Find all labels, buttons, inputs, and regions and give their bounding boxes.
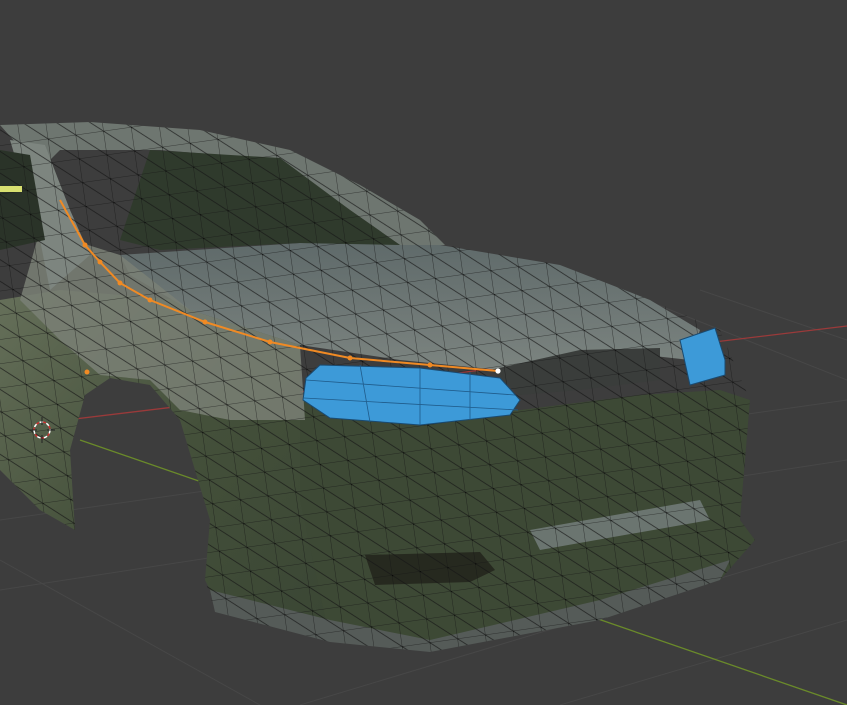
viewport-canvas[interactable] xyxy=(0,0,847,705)
active-vertex[interactable] xyxy=(495,368,501,374)
3d-viewport[interactable] xyxy=(0,0,847,705)
interior-strip xyxy=(0,186,22,192)
